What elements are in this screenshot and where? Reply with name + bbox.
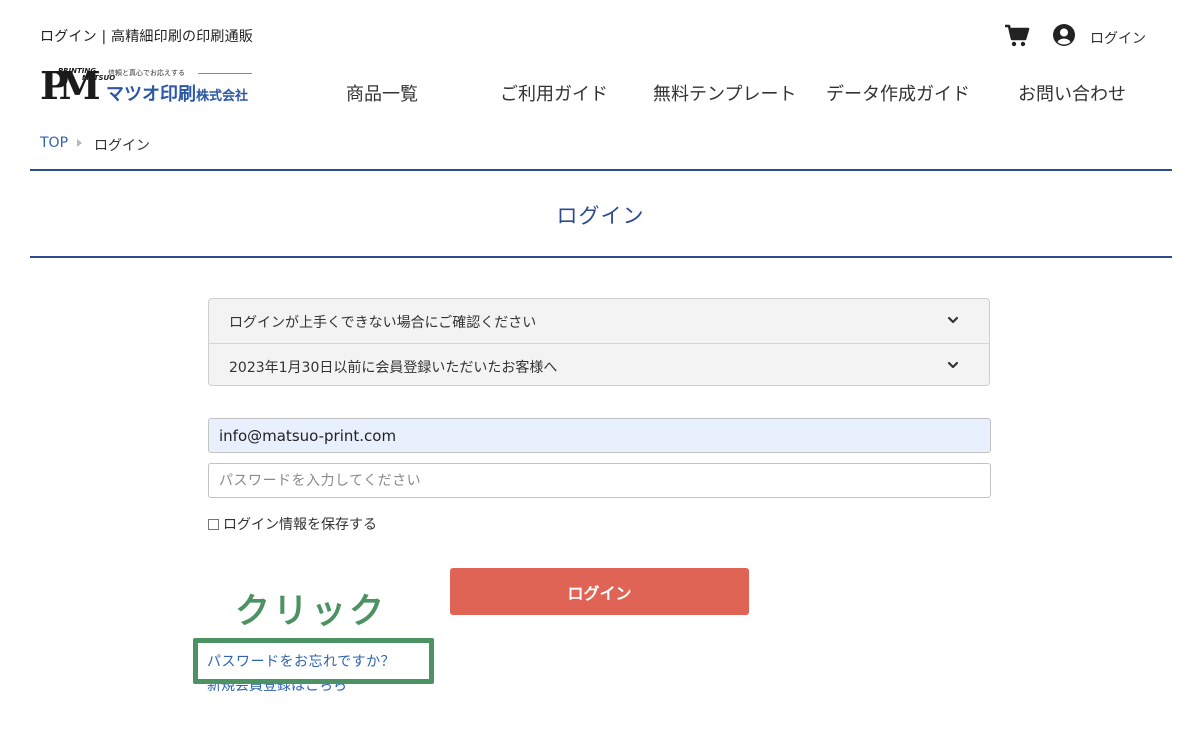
nav-item-data-guide[interactable]: データ作成ガイド — [826, 80, 970, 106]
remember-login-option[interactable]: ログイン情報を保存する — [208, 514, 377, 534]
breadcrumb-current: ログイン — [94, 138, 150, 154]
email-field[interactable] — [208, 418, 991, 453]
header-login-link[interactable]: ログイン — [1090, 28, 1146, 48]
site-title: ログイン | 高精細印刷の印刷通販 — [40, 29, 254, 45]
login-button[interactable]: ログイン — [450, 568, 749, 615]
cart-icon[interactable] — [1003, 22, 1031, 50]
logo-name-text: マツオ印刷 — [106, 84, 196, 105]
register-link-text: 新規会員登録はこちら — [207, 684, 347, 693]
nav-item-products[interactable]: 商品一覧 — [346, 80, 418, 106]
password-field[interactable] — [208, 463, 991, 498]
register-link[interactable]: 新規会員登録はこちら — [207, 684, 347, 693]
accordion-item-legacy-members[interactable]: 2023年1月30日以前に会員登録いただいたお客様へ — [209, 343, 989, 386]
remember-checkbox[interactable] — [208, 518, 219, 530]
triangle-right-icon — [77, 139, 82, 147]
accordion-item-label: ログインが上手くできない場合にご確認ください — [229, 315, 537, 331]
nav-item-free-templates[interactable]: 無料テンプレート — [653, 80, 796, 106]
accordion-item-login-trouble[interactable]: ログインが上手くできない場合にご確認ください — [209, 299, 989, 342]
logo-divider — [198, 73, 252, 74]
heading-bottom-rule — [30, 256, 1172, 258]
nav-item-usage-guide[interactable]: ご利用ガイド — [500, 80, 608, 106]
click-annotation: クリック — [235, 592, 388, 632]
forgot-password-link[interactable]: パスワードをお忘れですか？ — [207, 651, 395, 671]
logo-company-name: マツオ印刷株式会社 — [106, 80, 248, 106]
chevron-down-icon — [947, 316, 959, 324]
nav-item-contact[interactable]: お問い合わせ — [1018, 80, 1126, 106]
logo-suffix-text: 株式会社 — [196, 89, 249, 104]
remember-label: ログイン情報を保存する — [223, 517, 377, 533]
chevron-down-icon — [947, 361, 959, 369]
company-logo[interactable]: PM PRINTING MATSUO 信頼と真心でお応えする マツオ印刷株式会社 — [38, 66, 278, 108]
help-accordion: ログインが上手くできない場合にご確認ください 2023年1月30日以前に会員登録… — [208, 298, 990, 386]
heading-top-rule — [30, 169, 1172, 171]
accordion-item-label: 2023年1月30日以前に会員登録いただいたお客様へ — [229, 360, 558, 376]
page-title: ログイン — [556, 204, 645, 228]
breadcrumb-top-link[interactable]: TOP — [40, 135, 68, 151]
logo-tagline: 信頼と真心でお応えする — [108, 69, 185, 77]
user-circle-icon[interactable] — [1052, 23, 1076, 47]
